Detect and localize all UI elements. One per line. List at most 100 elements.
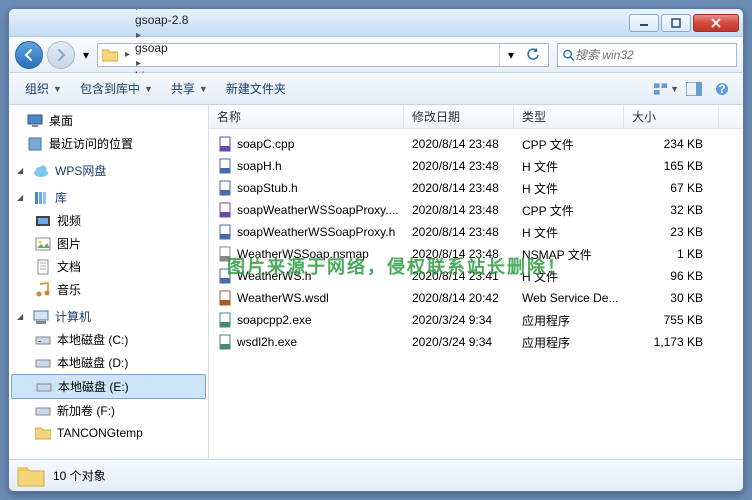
file-date: 2020/8/14 23:48 — [404, 245, 514, 263]
nav-history-dropdown[interactable]: ▾ — [79, 42, 93, 68]
sidebar-item-drive-e[interactable]: 本地磁盘 (E:) — [11, 374, 206, 399]
desktop-icon — [27, 113, 43, 129]
chevron-right-icon[interactable]: ▸ — [122, 49, 133, 60]
file-name: soapStub.h — [237, 181, 298, 195]
maximize-button[interactable] — [661, 14, 691, 32]
close-button[interactable] — [693, 14, 739, 32]
sidebar-item-drive-f[interactable]: 新加卷 (F:) — [9, 399, 208, 422]
share-button[interactable]: 共享▼ — [163, 76, 216, 101]
breadcrumb-2[interactable]: gsoap — [133, 41, 216, 55]
file-size: 32 KB — [624, 201, 719, 219]
file-size: 755 KB — [624, 311, 719, 329]
sidebar-item-drive-c[interactable]: 本地磁盘 (C:) — [9, 328, 208, 351]
file-icon — [217, 224, 233, 240]
file-icon — [217, 136, 233, 152]
search-input[interactable] — [575, 48, 732, 62]
file-icon — [217, 334, 233, 350]
new-folder-button[interactable]: 新建文件夹 — [218, 76, 294, 101]
search-box[interactable] — [557, 43, 737, 67]
file-type: Web Service De... — [514, 289, 624, 307]
file-date: 2020/8/14 23:48 — [404, 135, 514, 153]
docs-icon — [35, 259, 51, 275]
file-date: 2020/8/14 23:48 — [404, 223, 514, 241]
recent-icon — [27, 136, 43, 152]
sidebar-item-docs[interactable]: 文档 — [9, 255, 208, 278]
file-name: soapC.cpp — [237, 137, 294, 151]
chevron-right-icon[interactable]: ▸ — [133, 58, 144, 69]
file-size: 23 KB — [624, 223, 719, 241]
file-size: 165 KB — [624, 157, 719, 175]
pictures-icon — [35, 236, 51, 252]
col-size[interactable]: 大小 — [624, 105, 719, 128]
file-name: soapWeatherWSSoapProxy.... — [237, 203, 399, 217]
toolbar: 组织▼ 包含到库中▼ 共享▼ 新建文件夹 ▼ ? — [9, 73, 743, 105]
library-icon — [33, 190, 49, 206]
breadcrumb-1[interactable]: gsoap-2.8 — [133, 13, 216, 27]
organize-button[interactable]: 组织▼ — [17, 76, 70, 101]
file-row[interactable]: soapWeatherWSSoapProxy.h 2020/8/14 23:48H… — [209, 221, 743, 243]
file-name: WeatherWSSoap.nsmap — [237, 247, 369, 261]
music-icon — [35, 282, 51, 298]
file-row[interactable]: WeatherWSSoap.nsmap2020/8/14 23:48NSMAP … — [209, 243, 743, 265]
sidebar-item-music[interactable]: 音乐 — [9, 278, 208, 301]
file-row[interactable]: soapStub.h2020/8/14 23:48H 文件67 KB — [209, 177, 743, 199]
file-row[interactable]: WeatherWS.h2020/8/14 23:41H 文件96 KB — [209, 265, 743, 287]
sidebar-computer[interactable]: 计算机 — [9, 305, 208, 328]
titlebar — [9, 9, 743, 37]
sidebar-item-tancong[interactable]: TANCONGtemp — [9, 422, 208, 444]
search-icon — [562, 48, 575, 62]
sidebar-item-recent[interactable]: 最近访问的位置 — [9, 132, 208, 155]
column-headers: 名称 修改日期 类型 大小 — [209, 105, 743, 129]
file-row[interactable]: soapWeatherWSSoapProxy.... 2020/8/14 23:4… — [209, 199, 743, 221]
col-date[interactable]: 修改日期 — [404, 105, 514, 128]
file-name: soapH.h — [237, 159, 282, 173]
file-row[interactable]: soapH.h2020/8/14 23:48H 文件165 KB — [209, 155, 743, 177]
status-bar: 10 个对象 — [9, 459, 743, 491]
explorer-window: ▾ ▸ gsoap_2.8.100▸gsoap-2.8▸gsoap▸bin▸wi… — [8, 8, 744, 492]
file-date: 2020/8/14 23:48 — [404, 201, 514, 219]
minimize-button[interactable] — [629, 14, 659, 32]
sidebar-item-desktop[interactable]: 桌面 — [9, 109, 208, 132]
file-name: wsdl2h.exe — [237, 335, 297, 349]
svg-text:?: ? — [718, 82, 725, 96]
file-date: 2020/8/14 23:41 — [404, 267, 514, 285]
file-row[interactable]: soapC.cpp2020/8/14 23:48CPP 文件234 KB — [209, 133, 743, 155]
file-size: 1 KB — [624, 245, 719, 263]
address-bar[interactable]: ▸ gsoap_2.8.100▸gsoap-2.8▸gsoap▸bin▸win3… — [97, 43, 549, 67]
file-row[interactable]: soapcpp2.exe2020/3/24 9:34应用程序755 KB — [209, 309, 743, 331]
file-row[interactable]: WeatherWS.wsdl2020/8/14 20:42Web Service… — [209, 287, 743, 309]
file-icon — [217, 312, 233, 328]
preview-pane-button[interactable] — [681, 77, 707, 101]
sidebar-item-pictures[interactable]: 图片 — [9, 232, 208, 255]
sidebar-libraries[interactable]: 库 — [9, 186, 208, 209]
file-name: soapWeatherWSSoapProxy.h — [237, 225, 395, 239]
chevron-right-icon[interactable]: ▸ — [133, 30, 144, 41]
forward-button[interactable] — [47, 41, 75, 69]
drive-icon — [35, 355, 51, 371]
address-dropdown[interactable]: ▾ — [500, 44, 522, 66]
status-text: 10 个对象 — [53, 467, 106, 484]
file-type: H 文件 — [514, 222, 624, 243]
back-button[interactable] — [15, 41, 43, 69]
file-type: CPP 文件 — [514, 200, 624, 221]
file-size: 234 KB — [624, 135, 719, 153]
file-date: 2020/3/24 9:34 — [404, 311, 514, 329]
sidebar-item-video[interactable]: 视频 — [9, 209, 208, 232]
include-library-button[interactable]: 包含到库中▼ — [72, 76, 161, 101]
col-name[interactable]: 名称 — [209, 105, 404, 128]
col-type[interactable]: 类型 — [514, 105, 624, 128]
refresh-button[interactable] — [522, 44, 544, 66]
sidebar-item-drive-d[interactable]: 本地磁盘 (D:) — [9, 351, 208, 374]
folder-icon — [102, 48, 118, 62]
sidebar: 桌面 最近访问的位置 WPS网盘 库 视频 图片 文档 音乐 计算机 本地磁盘 … — [9, 105, 209, 459]
help-button[interactable]: ? — [709, 77, 735, 101]
video-icon — [35, 213, 51, 229]
file-row[interactable]: wsdl2h.exe2020/3/24 9:34应用程序1,173 KB — [209, 331, 743, 353]
file-icon — [217, 202, 233, 218]
file-date: 2020/3/24 9:34 — [404, 333, 514, 351]
file-name: WeatherWS.h — [237, 269, 311, 283]
view-options-button[interactable]: ▼ — [653, 77, 679, 101]
file-date: 2020/8/14 20:42 — [404, 289, 514, 307]
sidebar-wps[interactable]: WPS网盘 — [9, 159, 208, 182]
drive-icon — [35, 403, 51, 419]
